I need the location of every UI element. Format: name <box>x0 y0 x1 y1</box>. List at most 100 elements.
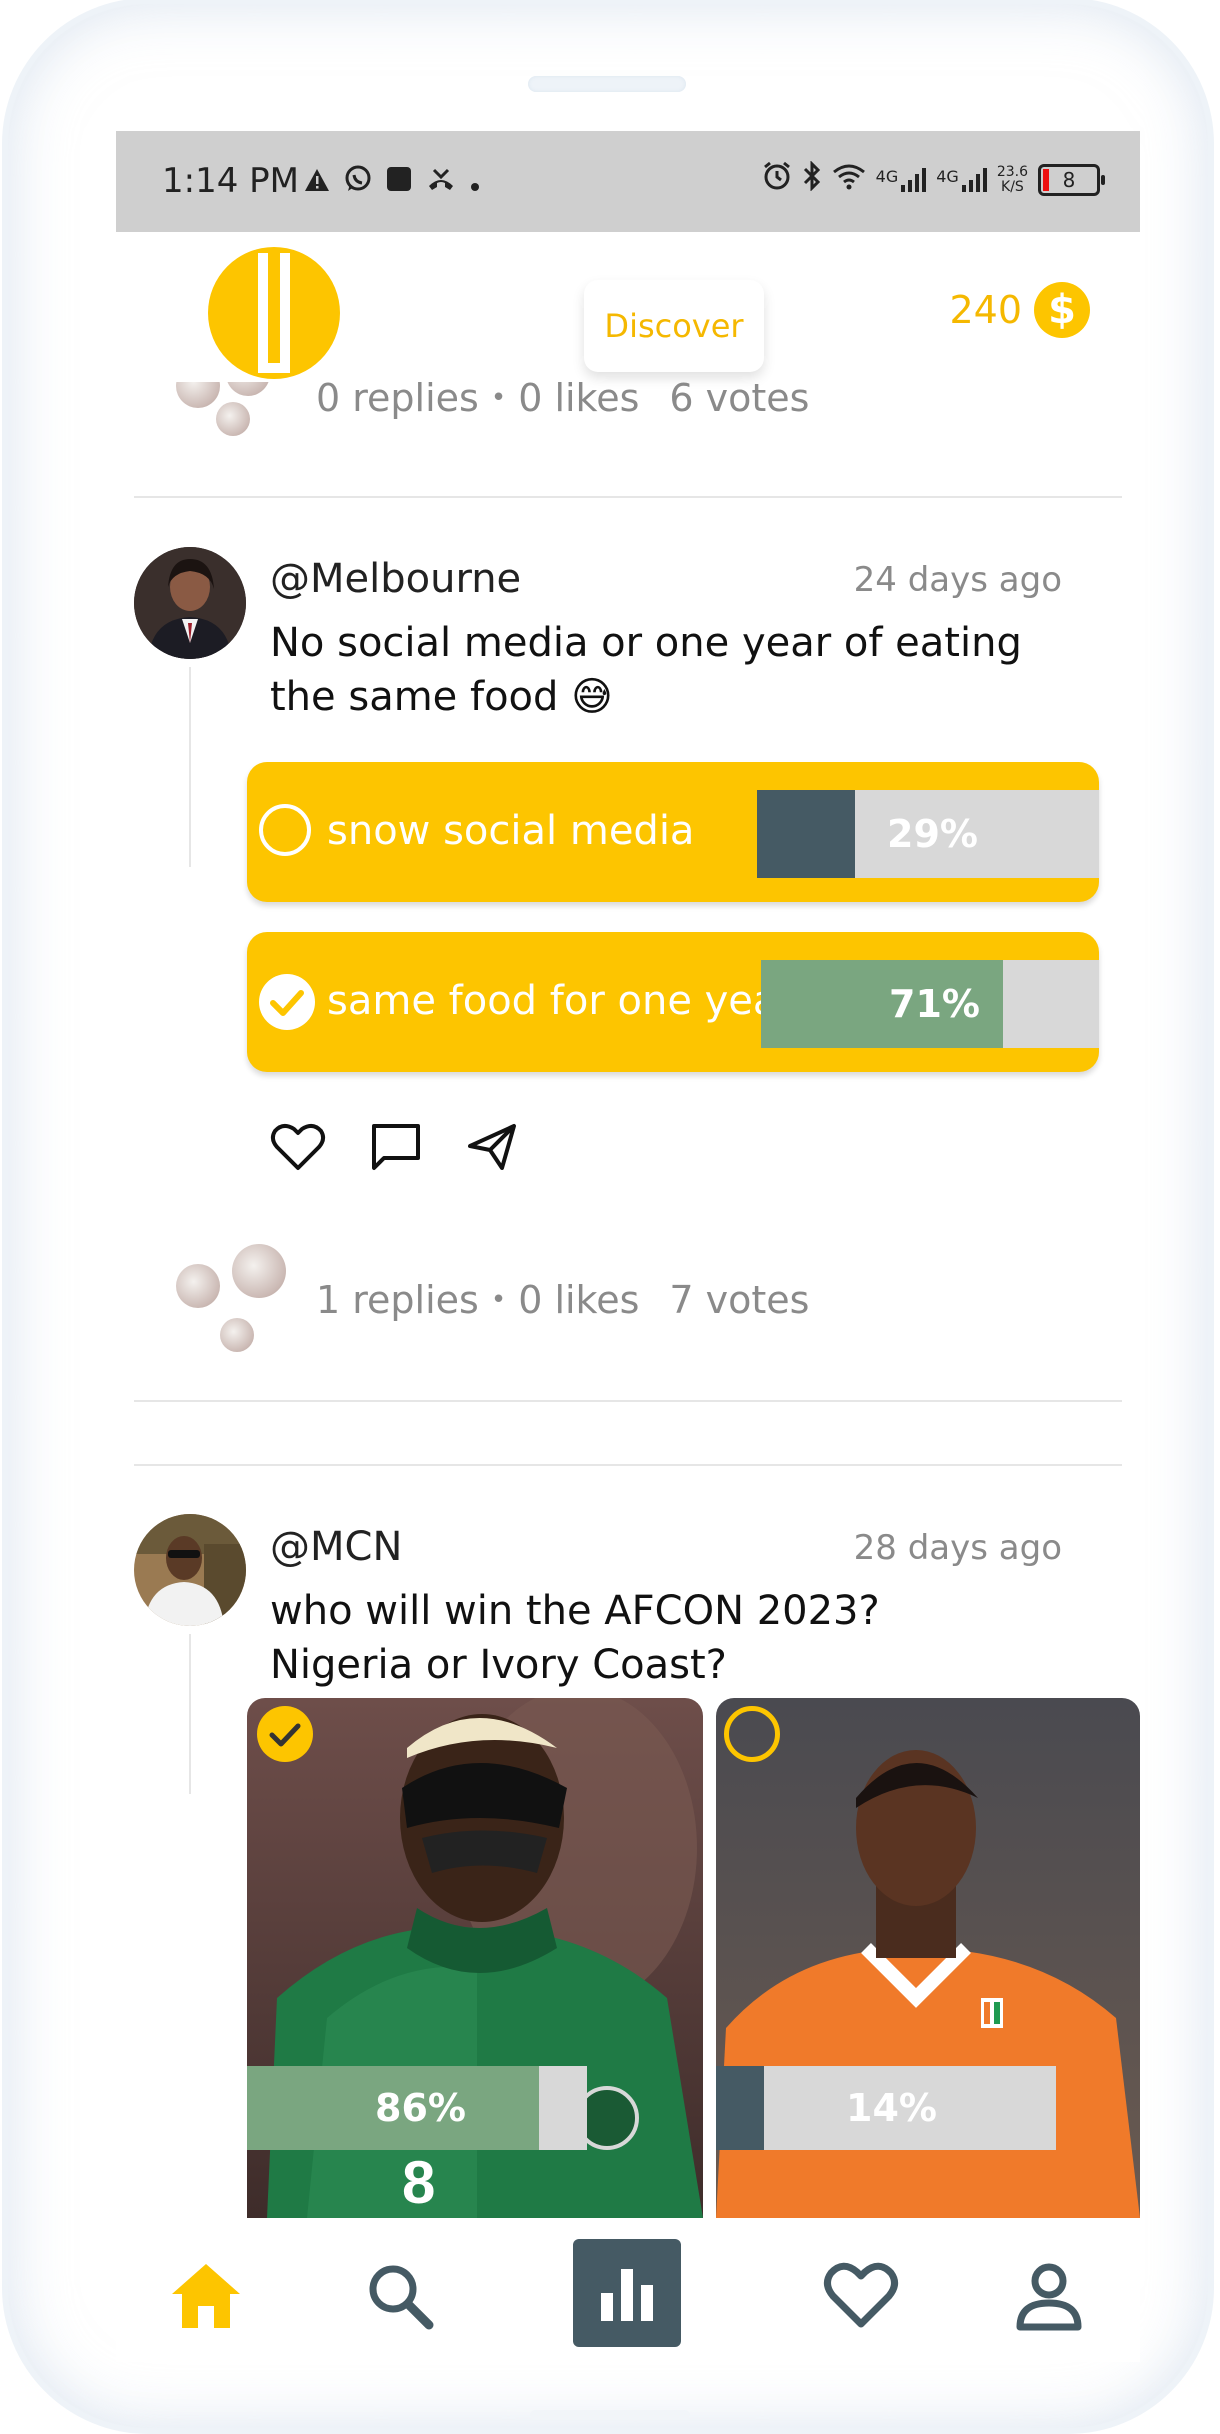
thread-line <box>189 667 191 867</box>
image-poll-option[interactable]: 22 14% <box>716 1698 1140 2218</box>
post-divider <box>134 1464 1122 1466</box>
result-percent: 86% <box>375 2086 466 2130</box>
voter-avatar <box>176 1264 220 1308</box>
likes-count[interactable]: 0 likes <box>518 1278 639 1322</box>
post-username[interactable]: @Melbourne <box>270 556 521 602</box>
status-time: 1:14 PM <box>162 161 299 201</box>
result-bar-track: 29% <box>757 790 1099 878</box>
result-percent: 71% <box>889 982 980 1026</box>
poll-feed[interactable]: 0 replies • 0 likes 6 votes @Melbourne 2… <box>116 382 1140 2362</box>
signal-1-icon: 4G <box>876 167 927 193</box>
result-percent: 29% <box>887 812 978 856</box>
post-divider <box>134 496 1122 498</box>
signal-2-icon: 4G <box>936 167 987 193</box>
avatar[interactable] <box>134 1514 246 1626</box>
app-header: Discover 240 $ <box>116 232 1140 382</box>
post-actions <box>270 1122 518 1176</box>
alarm-icon <box>762 161 792 198</box>
phone-bottom-edge <box>530 2410 690 2420</box>
nav-favorites[interactable] <box>806 2241 916 2351</box>
status-bar: 1:14 PM 4G 4G 23.6 K/S 8 <box>116 131 1140 232</box>
votes-count[interactable]: 6 votes <box>669 382 809 420</box>
post-username[interactable]: @MCN <box>270 1524 402 1570</box>
result-bar-track: 71% <box>761 960 1099 1048</box>
radio-unchecked-icon <box>259 804 311 856</box>
check-circle-icon <box>259 974 315 1030</box>
voter-avatar <box>220 1318 254 1352</box>
whatsapp-icon <box>344 165 372 200</box>
home-icon <box>172 2264 240 2328</box>
network-speed-unit: K/S <box>1001 178 1024 195</box>
wifi-icon <box>832 162 866 197</box>
check-circle-icon <box>257 1706 313 1762</box>
replies-count[interactable]: 1 replies <box>316 1278 479 1322</box>
bottom-navigation <box>116 2231 1140 2362</box>
heart-icon[interactable] <box>270 1122 326 1176</box>
heart-icon <box>824 2262 898 2328</box>
coin-balance[interactable]: 240 $ <box>949 282 1090 338</box>
phone-speaker <box>528 76 686 92</box>
status-system-icons: 4G 4G 23.6 K/S 8 <box>762 160 1105 198</box>
nav-search[interactable] <box>345 2241 455 2351</box>
poll-option-label: snow social media <box>327 808 695 854</box>
result-bar-track: 14% <box>716 2066 1056 2150</box>
nav-home[interactable] <box>151 2241 261 2351</box>
separator-dot: • <box>490 383 507 413</box>
post-stats: 1 replies • 0 likes 7 votes <box>316 1278 809 1322</box>
likes-count[interactable]: 0 likes <box>518 382 639 420</box>
poll-option-selected[interactable]: same food for one year 71% <box>247 932 1099 1072</box>
result-bar-fill <box>716 2066 764 2150</box>
warning-icon <box>304 166 330 199</box>
network-type-1: 4G <box>875 166 899 186</box>
dollar-coin-icon: $ <box>1034 282 1090 338</box>
poll-option-label: same food for one year <box>327 978 794 1024</box>
result-percent: 14% <box>846 2086 937 2130</box>
nav-polls[interactable] <box>573 2239 681 2347</box>
voter-avatar <box>226 382 270 396</box>
thread-line <box>189 1634 191 1794</box>
post-time: 24 days ago <box>853 560 1062 600</box>
status-notification-icons <box>304 165 480 200</box>
result-bar-track: 86% <box>247 2066 587 2150</box>
jersey-number: 8 <box>402 2149 435 2216</box>
radio-unchecked-icon <box>724 1706 780 1762</box>
network-speed: 23.6 K/S <box>996 163 1028 195</box>
voter-avatar <box>176 382 220 408</box>
discover-button[interactable]: Discover <box>584 280 764 372</box>
poll-question: who will win the AFCON 2023? Nigeria or … <box>270 1588 880 1688</box>
comment-icon[interactable] <box>370 1122 422 1176</box>
profile-icon <box>1016 2263 1082 2331</box>
app-square-icon <box>386 166 412 199</box>
poll-option[interactable]: snow social media 29% <box>247 762 1099 902</box>
voter-avatar <box>232 1244 286 1298</box>
avatar[interactable] <box>134 547 246 659</box>
missed-call-icon <box>426 166 456 199</box>
voter-avatars <box>176 1244 286 1354</box>
network-speed-value: 23.6 <box>996 163 1028 180</box>
app-logo[interactable] <box>208 247 340 379</box>
post-time: 28 days ago <box>853 1528 1062 1568</box>
image-poll-options: 8 86% 14% <box>247 1698 1140 2218</box>
search-icon <box>369 2265 434 2330</box>
more-notifications-dot-icon <box>470 166 480 199</box>
result-bar-fill <box>757 790 855 878</box>
polls-icon <box>601 2269 653 2321</box>
coin-count: 240 <box>949 288 1022 332</box>
post-stats: 0 replies • 0 likes 6 votes <box>316 382 809 420</box>
voter-avatar <box>216 402 250 436</box>
nav-profile[interactable] <box>994 2241 1104 2351</box>
battery-icon: 8 <box>1038 163 1105 196</box>
replies-count[interactable]: 0 replies <box>316 382 479 420</box>
network-type-2: 4G <box>936 166 959 186</box>
battery-percent: 8 <box>1062 167 1076 192</box>
poll-question: No social media or one year of eating th… <box>270 620 1022 720</box>
post-divider <box>134 1400 1122 1402</box>
image-poll-option[interactable]: 8 86% <box>247 1698 703 2218</box>
voter-avatars <box>176 382 276 462</box>
battery-level <box>1043 168 1049 191</box>
separator-dot: • <box>490 1285 507 1315</box>
bluetooth-icon <box>802 160 822 198</box>
votes-count[interactable]: 7 votes <box>669 1278 809 1322</box>
app-screen: 1:14 PM 4G 4G 23.6 K/S 8 Discover 240 $ … <box>116 131 1140 2362</box>
send-icon[interactable] <box>466 1122 518 1176</box>
